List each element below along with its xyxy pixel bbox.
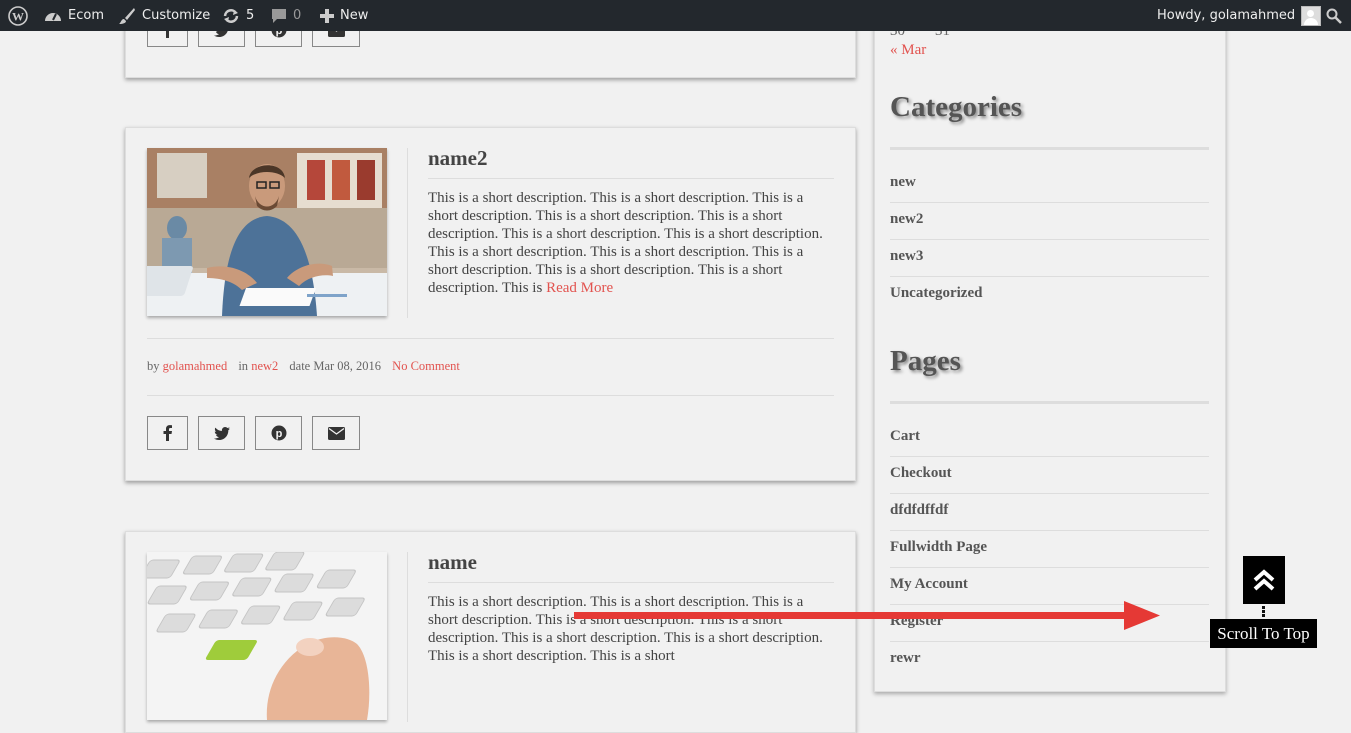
twitter-icon	[213, 426, 230, 440]
comment-icon	[272, 8, 286, 23]
updates-count: 5	[246, 8, 255, 23]
sidebar: 30 31 « Mar Categories new new2 new3 Unc…	[874, 0, 1226, 692]
svg-text:W: W	[12, 9, 24, 23]
comments-menu[interactable]: 0	[271, 0, 301, 31]
plus-icon	[320, 8, 334, 23]
updates-menu[interactable]: 5	[222, 0, 254, 31]
category-link[interactable]: new2	[251, 359, 278, 373]
admin-bar: W Ecom Customize 5 0 New Howdy, golamahm…	[0, 0, 1351, 31]
pages-widget-title: Pages	[890, 345, 961, 377]
by-label: by	[147, 359, 160, 373]
in-label: in	[238, 359, 249, 373]
category-item[interactable]: new3	[890, 240, 1209, 277]
pinterest-icon: p	[271, 425, 286, 441]
calendar-prev-month-link[interactable]: « Mar	[890, 42, 926, 59]
my-account-menu[interactable]: Howdy, golamahmed	[1157, 0, 1322, 31]
howdy-text: Howdy, golamahmed	[1157, 8, 1296, 23]
tooltip-pointer	[1262, 606, 1265, 618]
svg-text:p: p	[275, 428, 282, 440]
twitter-share-button[interactable]	[198, 416, 245, 450]
meta-divider-bottom	[147, 395, 834, 396]
categories-divider	[890, 147, 1209, 150]
wordpress-logo-icon[interactable]: W	[8, 0, 28, 31]
meta-divider-top	[147, 338, 834, 339]
customize-menu[interactable]: Customize	[118, 0, 210, 31]
post-title[interactable]: name	[428, 550, 477, 575]
post-thumbnail[interactable]	[147, 148, 387, 316]
post-excerpt-text: This is a short description. This is a s…	[428, 190, 823, 296]
page-item[interactable]: Cart	[890, 420, 1209, 457]
post-excerpt: This is a short description. This is a s…	[428, 189, 834, 297]
avatar	[1301, 5, 1322, 26]
paintbrush-icon	[119, 7, 135, 24]
comments-count: 0	[293, 8, 302, 23]
post-date: date Mar 08, 2016	[289, 359, 382, 373]
post-meta: by golamahmed in new2 date Mar 08, 2016 …	[147, 359, 460, 374]
scroll-to-top-tooltip: Scroll To Top	[1210, 619, 1317, 648]
post-title[interactable]: name2	[428, 146, 488, 171]
pages-divider	[890, 401, 1209, 404]
category-item[interactable]: Uncategorized	[890, 277, 1209, 313]
new-label: New	[340, 8, 369, 23]
search-icon[interactable]	[1326, 0, 1342, 31]
new-content-menu[interactable]: New	[320, 0, 368, 31]
facebook-icon	[163, 425, 172, 441]
updates-icon	[223, 8, 239, 23]
annotation-arrow-icon	[574, 601, 1160, 630]
site-name-label: Ecom	[68, 8, 104, 23]
page-item[interactable]: rewr	[890, 642, 1209, 678]
comments-link[interactable]: No Comment	[392, 359, 460, 373]
thumbnail-divider	[407, 148, 408, 318]
scroll-to-top-button[interactable]	[1243, 556, 1285, 604]
email-share-button[interactable]	[312, 416, 360, 450]
facebook-share-button[interactable]	[147, 416, 188, 450]
post-card: name2 This is a short description. This …	[125, 127, 856, 481]
pinterest-share-button[interactable]: p	[255, 416, 302, 450]
customize-label: Customize	[142, 8, 211, 23]
page-item[interactable]: Checkout	[890, 457, 1209, 494]
thumbnail-divider	[407, 552, 408, 722]
category-item[interactable]: new2	[890, 203, 1209, 240]
title-divider	[428, 582, 834, 583]
category-item[interactable]: new	[890, 166, 1209, 203]
site-name-menu[interactable]: Ecom	[44, 0, 104, 31]
page-item[interactable]: Fullwidth Page	[890, 531, 1209, 568]
categories-list: new new2 new3 Uncategorized	[890, 166, 1209, 313]
post-thumbnail[interactable]	[147, 552, 387, 720]
author-link[interactable]: golamahmed	[163, 359, 228, 373]
page-item[interactable]: dfdfdffdf	[890, 494, 1209, 531]
share-buttons: p	[147, 416, 360, 450]
email-icon	[327, 426, 345, 440]
dashboard-icon	[45, 12, 61, 21]
read-more-link[interactable]: Read More	[546, 280, 613, 296]
categories-widget-title: Categories	[890, 91, 1023, 123]
double-chevron-up-icon	[1253, 569, 1275, 591]
pages-list: Cart Checkout dfdfdffdf Fullwidth Page M…	[890, 420, 1209, 678]
title-divider	[428, 178, 834, 179]
